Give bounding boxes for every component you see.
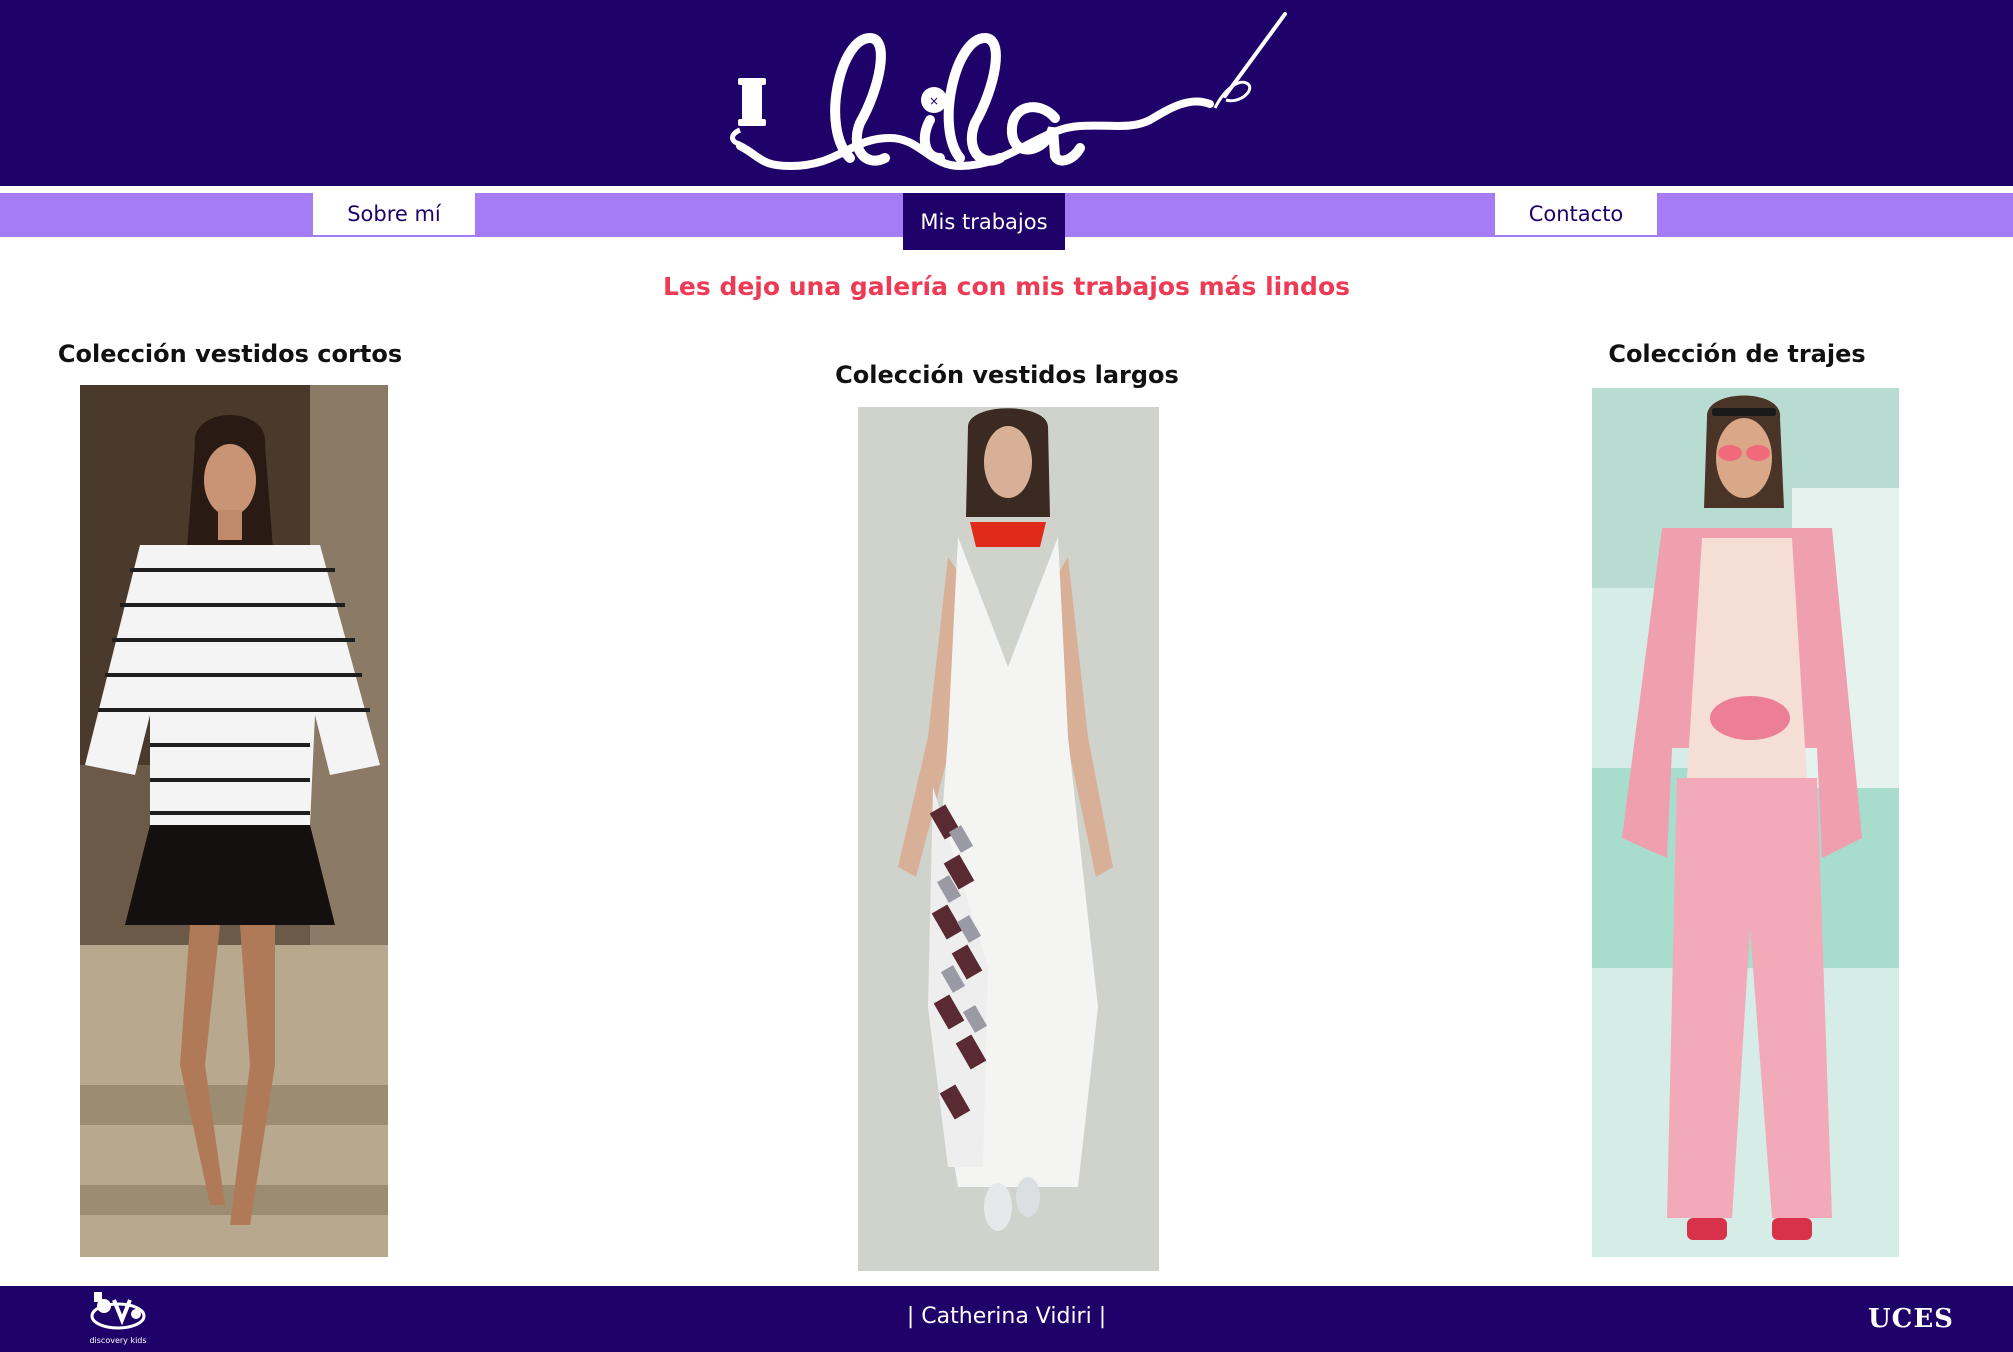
photo-pink-suit[interactable] bbox=[1592, 388, 1899, 1257]
svg-text:×: × bbox=[929, 94, 939, 108]
header: × bbox=[0, 0, 2013, 186]
tab-label: Contacto bbox=[1528, 202, 1624, 226]
tab-sobre-mi[interactable]: Sobre mí bbox=[313, 193, 475, 235]
collection-title-long-dresses: Colección vestidos largos bbox=[835, 361, 1179, 389]
footer: discovery kids | Catherina Vidiri | UCES bbox=[0, 1286, 2013, 1352]
photo-short-dress[interactable] bbox=[80, 385, 388, 1257]
lila-logo[interactable]: × bbox=[720, 8, 1300, 180]
photo-long-dress[interactable] bbox=[858, 407, 1159, 1271]
collection-title-short-dresses: Colección vestidos cortos bbox=[57, 340, 403, 368]
discovery-kids-text: discovery kids bbox=[89, 1336, 147, 1345]
spool-icon bbox=[730, 78, 766, 147]
footer-credit: | Catherina Vidiri | bbox=[906, 1304, 1107, 1329]
collection-title-suits: Colección de trajes bbox=[1608, 340, 1866, 368]
tab-label: Mis trabajos bbox=[920, 209, 1048, 234]
tab-label: Sobre mí bbox=[347, 202, 441, 226]
tab-contacto[interactable]: Contacto bbox=[1495, 193, 1657, 235]
needle-icon bbox=[1213, 12, 1287, 109]
tab-mis-trabajos[interactable]: Mis trabajos bbox=[903, 193, 1065, 250]
uces-logo[interactable]: UCES bbox=[1868, 1304, 1953, 1336]
page-subtitle: Les dejo una galería con mis trabajos má… bbox=[662, 272, 1351, 301]
